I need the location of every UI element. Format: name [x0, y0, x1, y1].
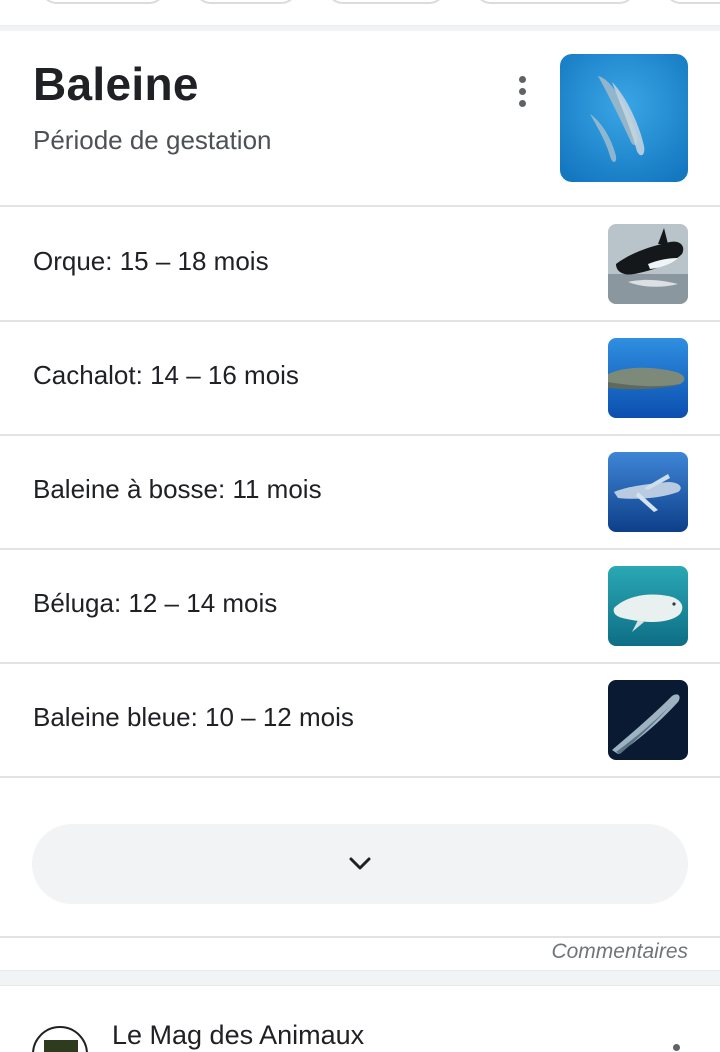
filter-chip[interactable] — [474, 0, 636, 4]
list-item-label: Baleine à bosse: 11 mois — [33, 474, 322, 504]
expand-button[interactable] — [32, 824, 688, 904]
humpback-whale-image[interactable] — [608, 452, 688, 532]
list-item-label: Baleine bleue: 10 – 12 mois — [33, 702, 354, 732]
feedback-link[interactable]: Commentaires — [551, 940, 688, 964]
blue-whale-image[interactable] — [608, 680, 688, 760]
list-item[interactable]: Béluga: 12 – 14 mois — [0, 550, 720, 664]
list-item[interactable]: Baleine à bosse: 11 mois — [0, 436, 720, 550]
more-vert-icon[interactable] — [506, 71, 538, 111]
source-name[interactable]: Le Mag des Animaux — [112, 1020, 364, 1051]
answer-card-header: Baleine Période de gestation — [0, 31, 720, 207]
list-item[interactable]: Cachalot: 14 – 16 mois — [0, 322, 720, 436]
filter-chip[interactable] — [194, 0, 298, 4]
more-vert-icon[interactable] — [673, 1044, 680, 1051]
filter-chip[interactable] — [664, 0, 720, 4]
filter-chip[interactable] — [40, 0, 166, 4]
whale-hero-image[interactable] — [560, 54, 688, 182]
orca-image[interactable] — [608, 224, 688, 304]
list-item[interactable]: Baleine bleue: 10 – 12 mois — [0, 664, 720, 778]
chevron-down-icon — [349, 857, 371, 870]
page-title: Baleine — [33, 58, 199, 110]
list-item-label: Béluga: 12 – 14 mois — [33, 588, 278, 618]
page-subtitle: Période de gestation — [33, 125, 272, 155]
filter-chip[interactable] — [326, 0, 446, 4]
list-item-label: Orque: 15 – 18 mois — [33, 246, 269, 276]
divider — [0, 936, 720, 938]
section-gap — [0, 970, 720, 986]
list-item[interactable]: Orque: 15 – 18 mois — [0, 208, 720, 322]
beluga-image[interactable] — [608, 566, 688, 646]
source-logo — [32, 1026, 88, 1052]
search-results-page: Baleine Période de gestation Orque: 15 –… — [0, 0, 720, 1052]
filter-chip-strip[interactable] — [0, 0, 720, 26]
list-item-label: Cachalot: 14 – 16 mois — [33, 360, 299, 390]
sperm-whale-image[interactable] — [608, 338, 688, 418]
next-result-card[interactable]: Le Mag des Animaux — [0, 986, 720, 1052]
